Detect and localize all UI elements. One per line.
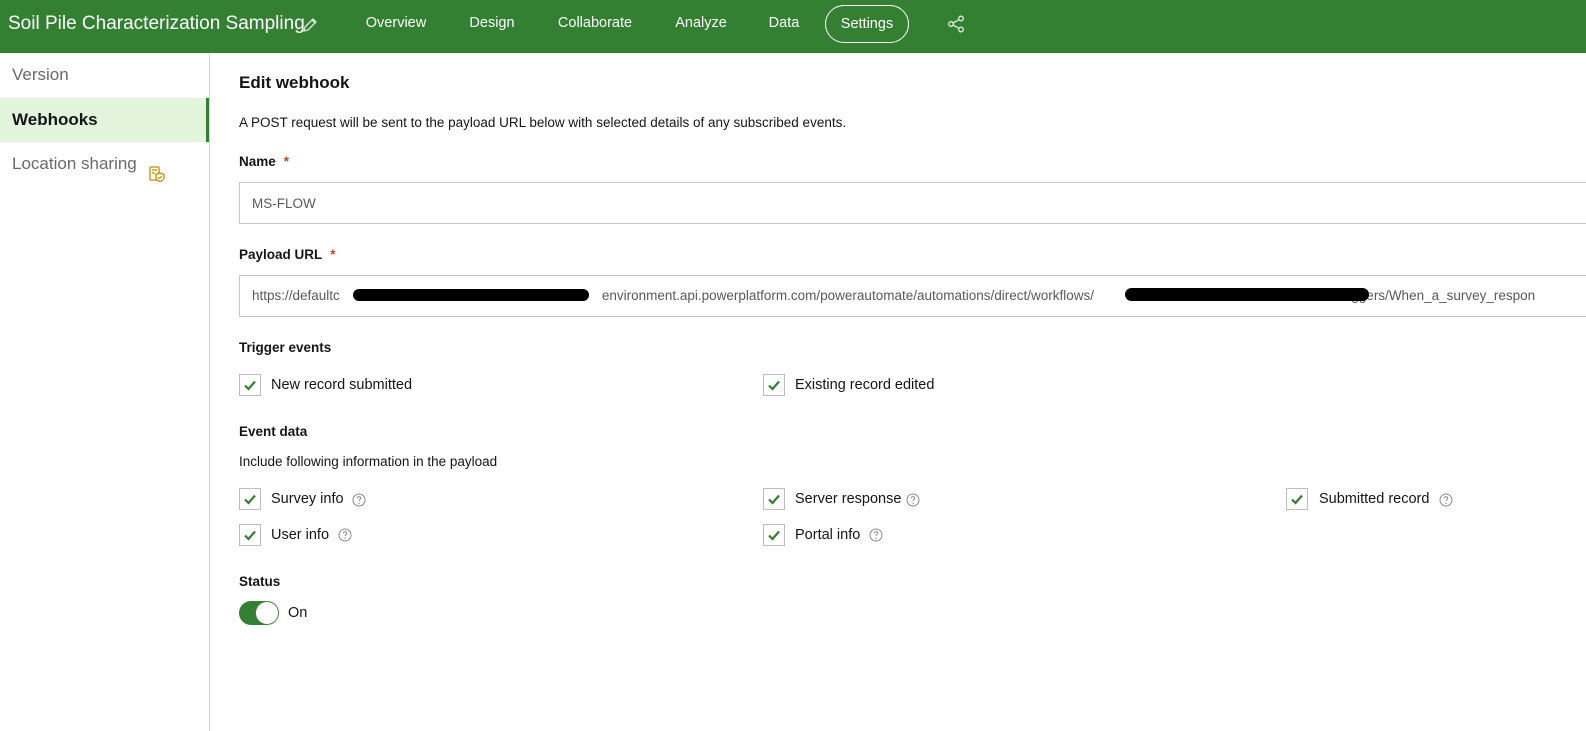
tab-design[interactable]: Design bbox=[463, 5, 521, 41]
check-icon bbox=[244, 530, 256, 541]
checkbox-label: Portal info bbox=[795, 527, 861, 543]
checkbox-portal-info[interactable] bbox=[763, 524, 785, 546]
tab-data[interactable]: Data bbox=[762, 5, 806, 41]
name-input[interactable] bbox=[239, 182, 1586, 224]
payload-url-label: Payload URL * bbox=[239, 247, 336, 262]
sidebar-item-webhooks[interactable]: Webhooks bbox=[0, 98, 209, 142]
checkbox-label: New record submitted bbox=[271, 377, 413, 393]
sidebar-item-location-sharing[interactable]: Location sharing bbox=[0, 142, 209, 186]
question-circle-icon[interactable] bbox=[1439, 493, 1453, 507]
tab-overview[interactable]: Overview bbox=[360, 5, 432, 41]
sidebar-item-label: Location sharing bbox=[12, 154, 137, 173]
check-icon bbox=[1291, 494, 1303, 505]
webhook-form: Edit webhook A POST request will be sent… bbox=[210, 53, 1586, 731]
checkbox-submitted-record[interactable] bbox=[1286, 488, 1308, 510]
tab-analyze[interactable]: Analyze bbox=[670, 5, 732, 41]
check-icon bbox=[768, 530, 780, 541]
redaction-bar bbox=[1125, 288, 1369, 301]
check-icon bbox=[244, 494, 256, 505]
checkbox-label: Survey info bbox=[271, 491, 344, 507]
page-title: Edit webhook bbox=[239, 73, 350, 92]
question-circle-icon[interactable] bbox=[352, 493, 366, 507]
checkbox-existing-record-edited[interactable] bbox=[763, 374, 785, 396]
checkbox-label: User info bbox=[271, 527, 330, 543]
url-segment: environment.api.powerplatform.com/powera… bbox=[601, 288, 1095, 303]
app-title: Soil Pile Characterization Sampling bbox=[8, 13, 305, 34]
top-bar: Soil Pile Characterization Sampling Over… bbox=[0, 0, 1586, 53]
payload-url-label-text: Payload URL bbox=[239, 247, 323, 262]
share-icon[interactable] bbox=[947, 15, 965, 33]
question-circle-icon[interactable] bbox=[869, 528, 883, 542]
checkbox-server-response[interactable] bbox=[763, 488, 785, 510]
toggle-knob bbox=[256, 602, 278, 624]
trigger-events-label: Trigger events bbox=[239, 340, 332, 355]
event-data-label: Event data bbox=[239, 424, 308, 439]
status-label: Status bbox=[239, 574, 281, 589]
checkbox-label: Existing record edited bbox=[795, 377, 935, 393]
redaction-bar bbox=[353, 289, 589, 301]
checkbox-new-record-submitted[interactable] bbox=[239, 374, 261, 396]
name-label-text: Name bbox=[239, 154, 276, 169]
question-circle-icon[interactable] bbox=[906, 493, 920, 507]
required-mark: * bbox=[330, 247, 336, 262]
status-value: On bbox=[288, 605, 308, 621]
event-data-description: Include following information in the pay… bbox=[239, 454, 498, 469]
tab-collaborate[interactable]: Collaborate bbox=[552, 5, 638, 41]
location-shield-icon bbox=[148, 156, 166, 182]
sidebar-item-version[interactable]: Version bbox=[0, 53, 209, 97]
checkbox-label: Submitted record bbox=[1319, 491, 1430, 507]
settings-sidebar: Version Webhooks Location sharing bbox=[0, 53, 210, 731]
check-icon bbox=[768, 380, 780, 391]
checkbox-label: Server response bbox=[795, 491, 902, 507]
checkbox-user-info[interactable] bbox=[239, 524, 261, 546]
form-description: A POST request will be sent to the paylo… bbox=[239, 115, 847, 130]
sidebar-item-label: Version bbox=[12, 65, 69, 84]
checkbox-survey-info[interactable] bbox=[239, 488, 261, 510]
name-label: Name * bbox=[239, 154, 289, 169]
required-mark: * bbox=[283, 154, 290, 169]
question-circle-icon[interactable] bbox=[338, 528, 352, 542]
pencil-icon[interactable] bbox=[301, 16, 319, 34]
sidebar-item-label: Webhooks bbox=[12, 110, 98, 129]
check-icon bbox=[768, 494, 780, 505]
status-toggle[interactable] bbox=[239, 601, 279, 625]
check-icon bbox=[244, 380, 256, 391]
url-segment: triggers/When_a_survey_respon bbox=[1340, 288, 1536, 303]
tab-settings[interactable]: Settings bbox=[825, 5, 909, 43]
url-segment: https://defaultc bbox=[252, 288, 340, 303]
